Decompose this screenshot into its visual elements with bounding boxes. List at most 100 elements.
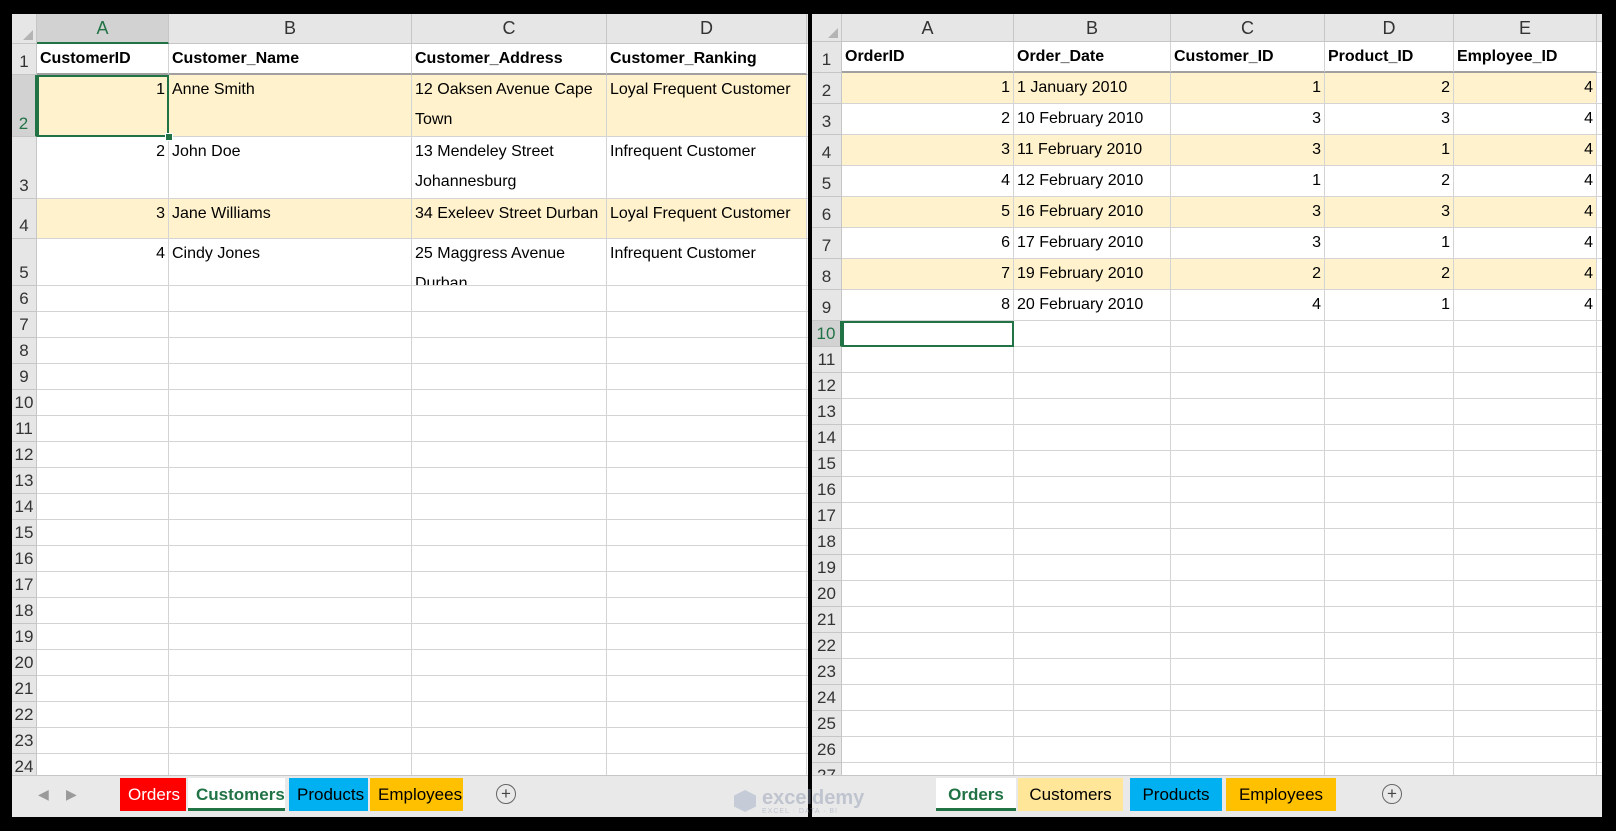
empty-cell[interactable] [1014,659,1171,685]
row-header-7[interactable]: 7 [812,228,842,259]
empty-cell[interactable] [1597,373,1602,399]
row-header-15[interactable]: 15 [12,520,37,546]
row-header-17[interactable]: 17 [812,503,842,529]
empty-cell[interactable] [37,624,169,650]
table-cell[interactable]: 3 [1171,197,1325,228]
empty-cell[interactable] [1325,321,1454,347]
empty-cell[interactable] [37,598,169,624]
empty-cell[interactable] [842,477,1014,503]
table-cell[interactable]: Jane Williams [169,199,412,239]
empty-cell[interactable] [807,338,808,364]
row-header-19[interactable]: 19 [812,555,842,581]
empty-cell[interactable] [1325,555,1454,581]
empty-cell[interactable] [37,520,169,546]
table-cell[interactable]: 2 [1171,259,1325,290]
empty-cell[interactable] [842,451,1014,477]
empty-cell[interactable] [607,728,807,754]
empty-cell[interactable] [807,390,808,416]
table-cell[interactable]: 1 [1171,166,1325,197]
table-cell[interactable]: 3 [1171,104,1325,135]
empty-cell[interactable] [37,754,169,776]
empty-cell[interactable] [412,598,607,624]
row-header-10[interactable]: 10 [812,321,842,347]
row-header-11[interactable]: 11 [12,416,37,442]
empty-cell[interactable] [1597,399,1602,425]
table-cell[interactable]: 2 [37,137,169,199]
table-cell[interactable]: 7 [842,259,1014,290]
empty-cell[interactable] [842,555,1014,581]
empty-cell[interactable] [1171,581,1325,607]
empty-cell[interactable] [169,728,412,754]
empty-cell[interactable] [37,442,169,468]
table-cell[interactable]: 1 [1325,228,1454,259]
row-header-5[interactable]: 5 [812,166,842,197]
table-cell[interactable]: 16 February 2010 [1014,197,1171,228]
sheet-tab-customers[interactable]: Customers [188,778,285,811]
empty-cell[interactable] [1325,347,1454,373]
empty-cell[interactable] [1325,373,1454,399]
empty-cell[interactable] [37,468,169,494]
empty-cell[interactable] [607,546,807,572]
row-header-14[interactable]: 14 [12,494,37,520]
row-header-12[interactable]: 12 [12,442,37,468]
row-header-24[interactable]: 24 [12,754,37,776]
column-header-a[interactable]: A [37,14,169,44]
empty-cell[interactable] [842,607,1014,633]
table-cell[interactable]: 4 [1454,290,1597,321]
empty-cell[interactable] [1325,685,1454,711]
empty-cell[interactable] [1454,451,1597,477]
row-header-2[interactable]: 2 [812,73,842,104]
empty-cell[interactable] [37,676,169,702]
sheet-tab-customers[interactable]: Customers [1018,778,1123,811]
table-cell[interactable]: 2 [1325,73,1454,104]
table-cell[interactable]: 1 January 2010 [1014,73,1171,104]
table-header-orderid[interactable]: OrderID [842,42,1014,73]
empty-cell[interactable] [1454,555,1597,581]
empty-cell[interactable] [412,286,607,312]
empty-cell[interactable] [1325,425,1454,451]
empty-cell[interactable] [1014,529,1171,555]
table-cell[interactable]: 3 [1325,197,1454,228]
empty-cell[interactable] [1171,503,1325,529]
table-cell[interactable]: 4 [1454,135,1597,166]
empty-cell[interactable] [607,390,807,416]
empty-cell[interactable] [169,312,412,338]
table-cell[interactable]: Infrequent Customer [607,137,807,199]
empty-cell[interactable] [807,416,808,442]
table-cell[interactable]: 4 [1454,259,1597,290]
empty-cell[interactable] [607,364,807,390]
empty-cell[interactable] [1171,685,1325,711]
empty-cell[interactable] [1325,711,1454,737]
empty-cell[interactable] [1014,581,1171,607]
table-cell[interactable]: 4 [1454,73,1597,104]
empty-cell[interactable] [807,286,808,312]
fill-handle[interactable] [165,133,173,141]
sheet-tab-orders[interactable]: Orders [936,778,1016,811]
empty-cell[interactable] [842,503,1014,529]
empty-cell[interactable] [169,572,412,598]
empty-cell[interactable] [607,624,807,650]
empty-cell[interactable] [607,598,807,624]
empty-cell[interactable] [37,312,169,338]
empty-cell[interactable] [1014,477,1171,503]
empty-cell[interactable] [1454,425,1597,451]
sheet-tab-products[interactable]: Products [289,778,368,811]
row-header-22[interactable]: 22 [12,702,37,728]
row-header-11[interactable]: 11 [812,347,842,373]
empty-cell[interactable] [169,364,412,390]
empty-cell[interactable] [1325,607,1454,633]
empty-cell[interactable] [1597,347,1602,373]
sheet-tab-products[interactable]: Products [1130,778,1222,811]
empty-cell[interactable] [169,598,412,624]
empty-cell[interactable] [1171,477,1325,503]
row-header-19[interactable]: 19 [12,624,37,650]
empty-cell[interactable] [607,572,807,598]
empty-cell[interactable] [1171,529,1325,555]
empty-cell[interactable] [1597,228,1602,259]
empty-cell[interactable] [807,598,808,624]
row-header-12[interactable]: 12 [812,373,842,399]
empty-cell[interactable] [37,572,169,598]
empty-cell[interactable] [807,468,808,494]
empty-cell[interactable] [412,624,607,650]
table-cell[interactable]: 1 [1171,73,1325,104]
